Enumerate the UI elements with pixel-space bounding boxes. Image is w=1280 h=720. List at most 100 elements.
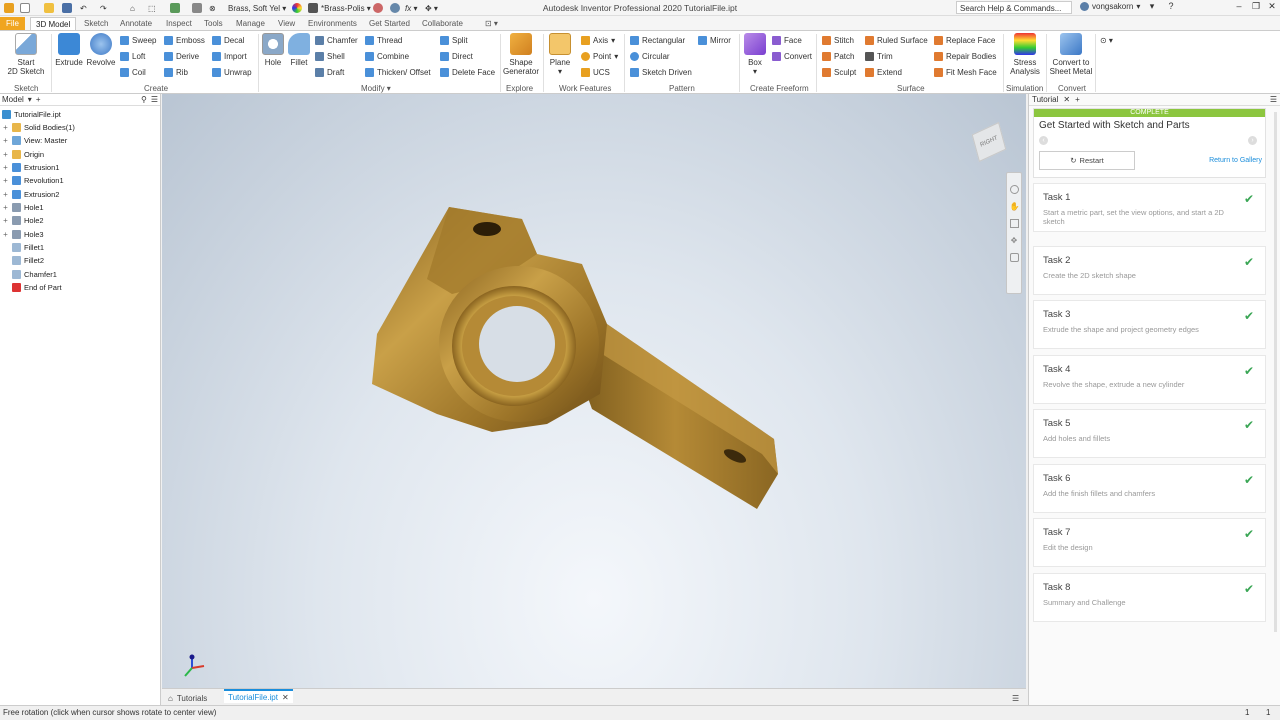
appearance-dropdown[interactable]: *Brass-Polis ▾ [308,2,371,14]
expand-icon[interactable]: + [2,123,9,132]
expand-icon[interactable]: + [2,163,9,172]
tree-item[interactable]: + Hole1 [2,201,44,213]
delete-face-button[interactable]: Delete Face [440,68,495,77]
close-icon[interactable]: ✕ [1063,95,1070,104]
sweep-button[interactable]: Sweep [120,36,156,45]
material-dropdown[interactable]: Brass, Soft Yel ▾ [228,2,286,14]
tree-item[interactable]: Chamfer1 [2,268,57,280]
convert-freeform-button[interactable]: Convert [772,52,812,61]
task-card[interactable]: Task 6 Add the finish fillets and chamfer… [1033,464,1266,513]
ribbon-options-icon[interactable]: ⊙ ▾ [1100,36,1113,45]
tab-inspect[interactable]: Inspect [161,17,197,30]
undo-icon[interactable]: ↶ [80,2,87,14]
maximize-button[interactable]: ❐ [1249,1,1263,14]
app-logo-icon[interactable] [4,2,14,14]
adjust-icon[interactable] [390,2,400,14]
move-icon[interactable]: ✥ ▾ [425,2,438,14]
emboss-button[interactable]: Emboss [164,36,205,45]
thicken-offset-button[interactable]: Thicken/ Offset [365,68,431,77]
hole-button[interactable]: Hole [262,33,284,67]
ucs-button[interactable]: UCS [581,68,610,77]
expand-icon[interactable]: + [2,203,9,212]
expand-icon[interactable]: + [2,136,9,145]
tree-item[interactable]: + Extrusion1 [2,161,59,173]
close-button[interactable]: ✕ [1265,1,1279,14]
rib-button[interactable]: Rib [164,68,188,77]
import-button[interactable]: Import [212,52,247,61]
chamfer-button[interactable]: Chamfer [315,36,358,45]
task-card[interactable]: Task 1 Start a metric part, set the view … [1033,183,1266,232]
steering-wheel-icon[interactable] [1009,185,1019,194]
tab-tutorials[interactable]: ⌂ Tutorials [164,691,211,705]
tab-sketch[interactable]: Sketch [79,17,113,30]
ruled-surface-button[interactable]: Ruled Surface [865,36,928,45]
tree-item[interactable]: + View: Master [2,135,67,147]
add-panel-icon[interactable]: + [1075,95,1080,104]
update-icon[interactable] [170,2,180,14]
tab-file[interactable]: File [0,17,25,30]
replace-face-button[interactable]: Replace Face [934,36,995,45]
derive-button[interactable]: Derive [164,52,199,61]
stress-analysis-button[interactable]: Stress Analysis [1007,33,1043,76]
clear-appearance-icon[interactable] [373,2,383,14]
zoom-icon[interactable] [1009,219,1019,228]
menu-icon[interactable]: ☰ [151,95,158,104]
tab-tools[interactable]: Tools [199,17,228,30]
plane-button[interactable]: Plane ▾ [547,33,573,76]
rectangular-pattern-button[interactable]: Rectangular [630,36,685,45]
tab-manage[interactable]: Manage [231,17,270,30]
expand-icon[interactable]: + [2,190,9,199]
task-card[interactable]: Task 8 Summary and Challenge ✔ [1033,573,1266,622]
panel-modify-label[interactable]: Modify ▾ [361,84,391,93]
expand-icon[interactable]: + [2,230,9,239]
part-model[interactable] [162,94,1026,688]
axis-button[interactable]: Axis ▾ [581,36,615,45]
search-input[interactable]: Search Help & Commands... [956,1,1072,14]
document-menu-icon[interactable]: ☰ [1008,691,1023,705]
close-icon[interactable]: ✕ [282,693,289,702]
tree-item[interactable]: + Extrusion2 [2,188,59,200]
extrude-button[interactable]: Extrude [55,33,83,67]
appearance-icon[interactable] [292,2,302,14]
tab-options-icon[interactable]: ⊡ ▾ [480,17,503,30]
orbit-icon[interactable]: ✥ [1010,236,1019,245]
sculpt-button[interactable]: Sculpt [822,68,856,77]
sketch-driven-pattern-button[interactable]: Sketch Driven [630,68,692,77]
tutorial-tab[interactable]: Tutorial [1032,95,1058,104]
circular-pattern-button[interactable]: Circular [630,52,670,61]
tab-annotate[interactable]: Annotate [115,17,157,30]
menu-icon[interactable]: ☰ [1270,95,1277,104]
measure-icon[interactable] [192,2,202,14]
unwrap-button[interactable]: Unwrap [212,68,252,77]
task-card[interactable]: Task 3 Extrude the shape and project geom… [1033,300,1266,349]
patch-button[interactable]: Patch [822,52,854,61]
next-page-icon[interactable]: › [1248,136,1257,145]
convert-to-sheet-metal-button[interactable]: Convert to Sheet Metal [1049,33,1093,76]
tree-item[interactable]: Fillet2 [2,255,44,267]
fillet-button[interactable]: Fillet [287,33,311,67]
tab-tutorial-file[interactable]: TutorialFile.ipt ✕ [224,689,293,703]
extend-button[interactable]: Extend [865,68,902,77]
tab-collaborate[interactable]: Collaborate [417,17,468,30]
tree-item[interactable]: + Hole2 [2,215,44,227]
combine-button[interactable]: Combine [365,52,409,61]
trim-button[interactable]: Trim [865,52,893,61]
restart-button[interactable]: ↻ Restart [1039,151,1135,170]
scrollbar[interactable] [1274,112,1277,632]
redo-icon[interactable]: ↷ [100,2,107,14]
select-icon[interactable]: ⬚ [148,2,156,14]
search-icon[interactable]: ⚲ [141,95,147,104]
tab-view[interactable]: View [273,17,300,30]
home-icon[interactable]: ⌂ [130,2,135,14]
mirror-button[interactable]: Mirror [698,36,731,45]
stitch-button[interactable]: Stitch [822,36,854,45]
model-dropdown-icon[interactable]: ▾ [28,95,32,104]
decal-button[interactable]: Decal [212,36,244,45]
revolve-button[interactable]: Revolve [86,33,116,67]
new-icon[interactable] [20,2,30,14]
fx-icon[interactable]: fx ▾ [405,2,417,14]
expand-icon[interactable]: + [2,216,9,225]
tree-item[interactable]: TutorialFile.ipt [2,108,61,120]
task-card[interactable]: Task 5 Add holes and fillets ✔ [1033,409,1266,458]
add-panel-icon[interactable]: + [36,95,41,104]
